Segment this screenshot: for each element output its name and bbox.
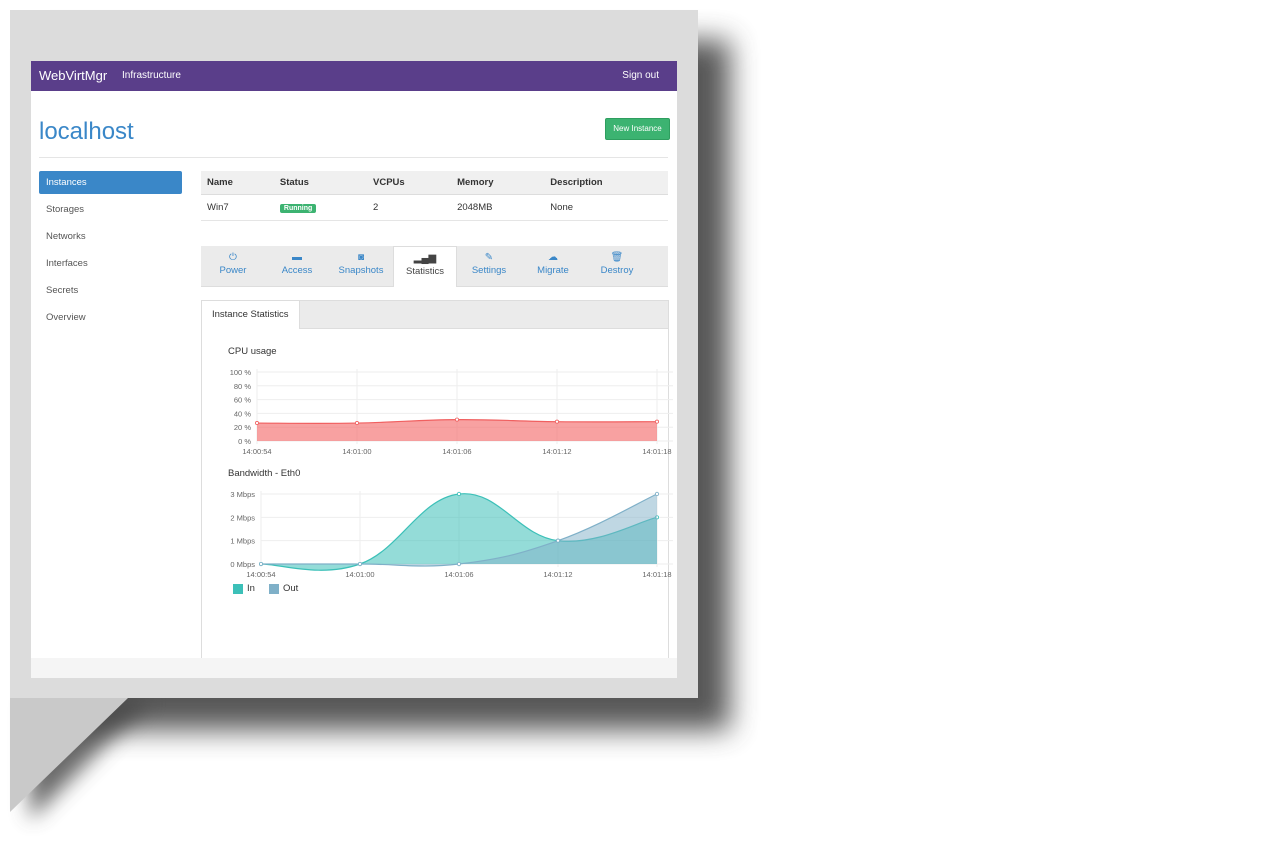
data-point	[556, 538, 561, 543]
x-tick-label: 14:00:54	[242, 447, 271, 456]
x-tick-label: 14:01:12	[542, 447, 571, 456]
y-tick-label: 60 %	[234, 396, 251, 405]
footer	[31, 658, 677, 678]
data-point	[357, 561, 362, 566]
data-point	[456, 561, 461, 566]
data-point	[354, 421, 359, 426]
x-tick-label: 14:01:00	[342, 447, 371, 456]
callout-tail	[10, 698, 128, 812]
data-point	[258, 561, 263, 566]
legend: In Out	[233, 583, 298, 594]
legend-label-out: Out	[282, 583, 299, 594]
x-tick-label: 14:01:12	[543, 570, 572, 579]
y-tick-label: 20 %	[234, 423, 251, 432]
data-point	[655, 491, 660, 496]
browser-window: WebVirtMgr Infrastructure Sign out local…	[31, 61, 677, 678]
y-tick-label: 3 Mbps	[230, 490, 255, 499]
y-tick-label: 0 %	[238, 437, 251, 446]
y-tick-label: 1 Mbps	[230, 537, 255, 546]
data-point	[454, 417, 459, 422]
legend-swatch-out	[268, 583, 279, 594]
x-tick-label: 14:01:06	[442, 447, 471, 456]
x-tick-label: 14:01:18	[642, 570, 671, 579]
legend-swatch-in	[233, 583, 243, 594]
x-tick-label: 14:01:18	[642, 447, 671, 456]
y-tick-label: 2 Mbps	[230, 513, 255, 522]
x-tick-label: 14:01:00	[345, 570, 374, 579]
y-tick-label: 0 Mbps	[230, 560, 255, 569]
data-point	[555, 419, 560, 424]
data-point	[655, 419, 660, 424]
data-point	[456, 491, 461, 496]
y-tick-label: 100 %	[230, 368, 252, 377]
legend-label-in: In	[247, 583, 255, 594]
x-tick-label: 14:00:54	[246, 570, 275, 579]
y-tick-label: 40 %	[234, 409, 251, 418]
charts-svg: 0 % 20 % 40 % 60 % 80 % 100 % 14:00:54 14:01:00…	[230, 368, 673, 579]
x-tick-label: 14:01:06	[444, 570, 473, 579]
y-tick-label: 80 %	[234, 382, 251, 391]
data-point	[254, 421, 259, 426]
